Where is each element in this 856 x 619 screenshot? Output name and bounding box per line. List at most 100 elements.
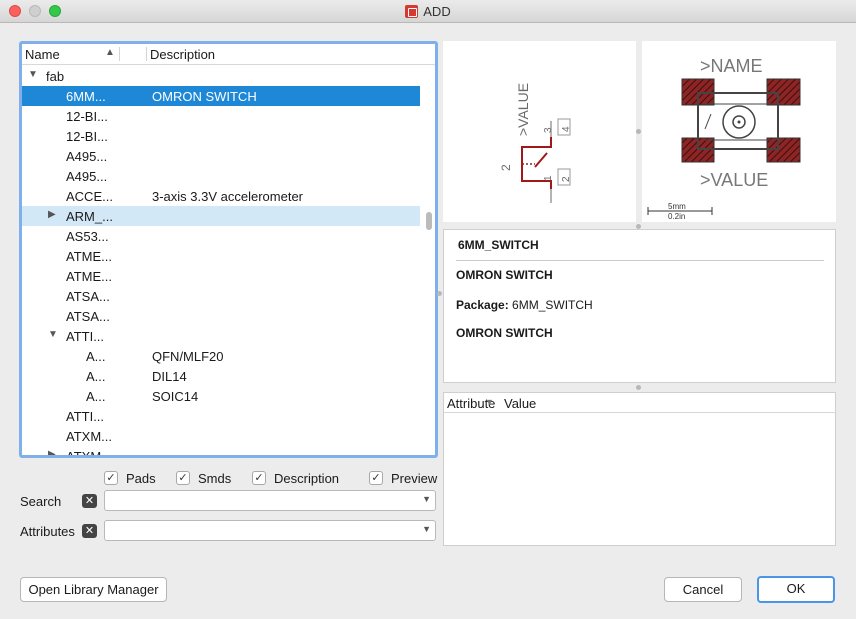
tree-row[interactable]: ▶ ATXM...	[22, 446, 420, 458]
dropdown-arrow-icon[interactable]: ▼	[422, 494, 431, 504]
pin4-label: 4	[561, 126, 572, 132]
symbol-preview: >VALUE 2 3 4 1 2	[443, 41, 636, 222]
attributes-label: Attributes	[20, 524, 75, 539]
tree-row[interactable]: 12-BI...	[22, 106, 420, 126]
expanded-arrow-icon[interactable]: ▼	[28, 69, 38, 80]
device-description: 3-axis 3.3V accelerometer	[152, 189, 304, 204]
tree-row[interactable]: ATME...	[22, 266, 420, 286]
tree-row[interactable]: ATTI...	[22, 406, 420, 426]
attribute-table-header: Attribute ▼ Value	[444, 393, 835, 413]
column-header-description[interactable]: Description	[150, 47, 215, 62]
device-name: ATTI...	[66, 329, 105, 344]
clear-search-icon[interactable]: ✕	[82, 494, 97, 508]
variant-name: A...	[86, 369, 106, 384]
switch-symbol-drawing: >VALUE 2 3 4 1 2	[499, 83, 572, 203]
device-name: AS53...	[66, 229, 109, 244]
device-detail: OMRON SWITCH	[456, 326, 553, 340]
collapsed-arrow-icon[interactable]: ▶	[48, 209, 56, 220]
sort-ascending-icon: ▲	[105, 47, 115, 58]
attribute-table[interactable]: Attribute ▼ Value	[443, 392, 836, 546]
tree-row[interactable]: ATME...	[22, 246, 420, 266]
tree-row[interactable]: A... SOIC14	[22, 386, 420, 406]
search-input[interactable]: ▼	[104, 490, 436, 511]
tree-row-library[interactable]: ▼ fab	[22, 66, 420, 86]
column-divider[interactable]	[119, 47, 120, 61]
tree-header: Name ▲ Description	[22, 44, 435, 65]
variant-name: A...	[86, 349, 106, 364]
column-header-value[interactable]: Value	[504, 396, 536, 411]
device-title: 6MM_SWITCH	[458, 238, 539, 252]
device-name: ATSA...	[66, 289, 110, 304]
cancel-button[interactable]: Cancel	[664, 577, 742, 602]
tree-row[interactable]: 6MM... OMRON SWITCH	[22, 86, 420, 106]
scale-mm-label: 5mm	[668, 202, 686, 211]
pin3-label: 3	[543, 127, 554, 133]
splitter-handle[interactable]	[636, 385, 641, 390]
window-title: ADD	[423, 4, 451, 19]
tree-row[interactable]: ATXM...	[22, 426, 420, 446]
smds-label: Smds	[198, 471, 232, 486]
variant-description: SOIC14	[152, 389, 199, 404]
dropdown-arrow-icon[interactable]: ▼	[422, 524, 431, 534]
library-tree[interactable]: Name ▲ Description ▼ fab 6MM... OMRON SW…	[19, 41, 438, 458]
tree-row[interactable]: ▶ ARM_...	[22, 206, 420, 226]
tree-row[interactable]: A495...	[22, 166, 420, 186]
variant-description: DIL14	[152, 369, 187, 384]
symbol-side-pin-label: 2	[499, 164, 513, 171]
check-icon: ✓	[369, 471, 383, 485]
footprint-drawing: >NAME >VALUE 5mm 0.2in	[647, 56, 801, 221]
tree-row[interactable]: ▼ ATTI...	[22, 326, 420, 346]
device-description: OMRON SWITCH	[152, 89, 257, 104]
device-name: 12-BI...	[66, 129, 108, 144]
attributes-input[interactable]: ▼	[104, 520, 436, 541]
title-bar: ADD	[0, 0, 856, 23]
pads-label: Pads	[126, 471, 156, 486]
check-icon: ✓	[176, 471, 190, 485]
eagle-app-icon	[405, 5, 419, 18]
column-divider[interactable]	[146, 47, 147, 61]
symbol-value-label: >VALUE	[515, 83, 531, 136]
tree-row[interactable]: ATSA...	[22, 286, 420, 306]
device-name: ATXM...	[66, 449, 112, 458]
tree-row[interactable]: ATSA...	[22, 306, 420, 326]
package-label: Package:	[456, 298, 509, 312]
device-summary: OMRON SWITCH	[456, 268, 553, 282]
divider	[456, 260, 824, 261]
check-icon: ✓	[104, 471, 118, 485]
tree-row[interactable]: A... DIL14	[22, 366, 420, 386]
library-name: fab	[46, 69, 65, 84]
device-name: ARM_...	[66, 209, 113, 224]
tree-row[interactable]: A495...	[22, 146, 420, 166]
device-name: A495...	[66, 149, 108, 164]
tree-row[interactable]: ACCE... 3-axis 3.3V accelerometer	[22, 186, 420, 206]
splitter-handle[interactable]	[437, 291, 442, 296]
device-name: 6MM...	[66, 89, 106, 104]
package-line: Package: 6MM_SWITCH	[456, 298, 593, 312]
tree-row[interactable]: A... QFN/MLF20	[22, 346, 420, 366]
scale-in-label: 0.2in	[668, 212, 685, 221]
tree-row[interactable]: 12-BI...	[22, 126, 420, 146]
column-resize-icon[interactable]: ▼	[485, 397, 494, 407]
expanded-arrow-icon[interactable]: ▼	[48, 329, 58, 340]
open-library-manager-button[interactable]: Open Library Manager	[20, 577, 167, 602]
description-label: Description	[274, 471, 340, 486]
clear-attributes-icon[interactable]: ✕	[82, 524, 97, 538]
column-header-name[interactable]: Name	[25, 47, 60, 62]
preview-label: Preview	[391, 471, 438, 486]
tree-row[interactable]: AS53...	[22, 226, 420, 246]
device-name: ACCE...	[66, 189, 113, 204]
device-name: A495...	[66, 169, 108, 184]
device-info-panel: 6MM_SWITCH OMRON SWITCH Package: 6MM_SWI…	[443, 229, 836, 383]
package-value-label: >VALUE	[700, 170, 768, 190]
device-name: ATSA...	[66, 309, 110, 324]
device-name: ATME...	[66, 269, 112, 284]
collapsed-arrow-icon[interactable]: ▶	[48, 449, 56, 455]
ok-button[interactable]: OK	[757, 576, 835, 603]
search-label: Search	[20, 494, 62, 509]
package-name-label: >NAME	[700, 56, 763, 76]
variant-name: A...	[86, 389, 106, 404]
splitter-handle[interactable]	[636, 129, 641, 134]
package-value: 6MM_SWITCH	[512, 298, 593, 312]
window-title-area: ADD	[0, 4, 856, 19]
tree-scrollbar-thumb[interactable]	[426, 212, 432, 230]
